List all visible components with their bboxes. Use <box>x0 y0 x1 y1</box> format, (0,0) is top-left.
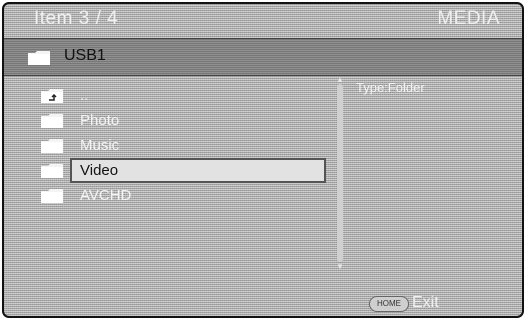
item-counter: Item 3 / 4 <box>34 8 119 29</box>
list-item-label: Video <box>80 162 119 179</box>
folder-up-icon <box>41 89 63 103</box>
list-item-music[interactable]: Music <box>4 134 340 158</box>
media-browser-window: Item 3 / 4 MEDIA USB1 .. Photo Music Vid… <box>2 2 524 318</box>
list-item-label: .. <box>80 87 89 104</box>
exit-label: Exit <box>412 294 439 311</box>
folder-icon <box>41 114 63 128</box>
folder-icon <box>41 189 63 203</box>
list-scrollbar[interactable] <box>337 84 343 262</box>
current-path-bar: USB1 <box>4 38 522 76</box>
home-button[interactable]: HOME <box>369 296 409 312</box>
list-item-label: AVCHD <box>80 187 132 204</box>
list-item-video[interactable]: Video <box>4 158 340 183</box>
header-bar: Item 3 / 4 MEDIA <box>4 4 522 38</box>
scroll-up-arrow-icon[interactable]: ▲ <box>336 76 344 84</box>
list-item-label: Music <box>80 137 120 154</box>
list-item-parent[interactable]: .. <box>4 84 340 108</box>
folder-icon <box>41 164 63 178</box>
list-item-label: Photo <box>80 112 120 129</box>
footer-bar: HOME Exit <box>4 294 522 316</box>
scroll-down-arrow-icon[interactable]: ▼ <box>336 263 344 271</box>
item-type-info: Type:Folder <box>356 80 425 95</box>
folder-icon <box>28 51 50 65</box>
list-item-avchd[interactable]: AVCHD <box>4 184 340 208</box>
section-title: MEDIA <box>437 8 500 29</box>
file-list: .. Photo Music Video AVCHD <box>4 76 340 276</box>
current-path-label: USB1 <box>64 47 106 64</box>
list-item-photo[interactable]: Photo <box>4 109 340 133</box>
folder-icon <box>41 139 63 153</box>
